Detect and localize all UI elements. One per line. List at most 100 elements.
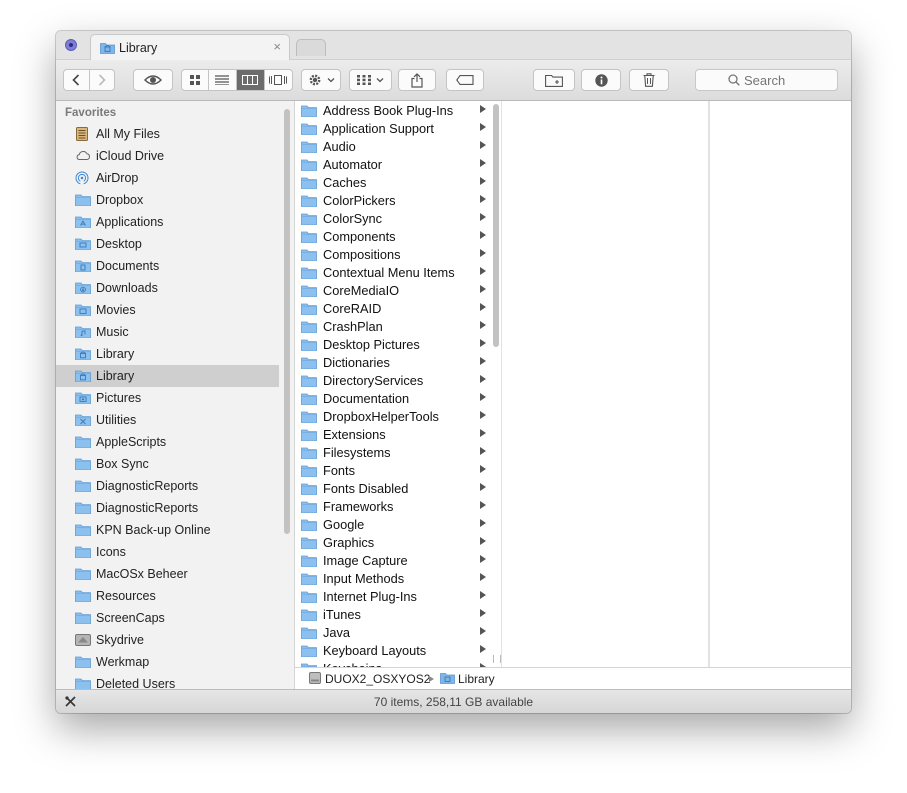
sidebar-item-pictures[interactable]: Pictures bbox=[56, 387, 279, 409]
folder-row[interactable]: Desktop Pictures bbox=[295, 336, 491, 354]
folder-row[interactable]: Caches bbox=[295, 174, 491, 192]
sidebar-item-resources[interactable]: Resources bbox=[56, 585, 279, 607]
folder-row[interactable]: Filesystems bbox=[295, 444, 491, 462]
folder-row[interactable]: Input Methods bbox=[295, 570, 491, 588]
sidebar-item-library[interactable]: Library bbox=[56, 365, 279, 387]
back-button[interactable] bbox=[64, 70, 90, 90]
folder-row[interactable]: CrashPlan bbox=[295, 318, 491, 336]
folder-row[interactable]: CoreRAID bbox=[295, 300, 491, 318]
folder-row[interactable]: DropboxHelperTools bbox=[295, 408, 491, 426]
sidebar-item-kpn-back-up-online[interactable]: KPN Back-up Online bbox=[56, 519, 279, 541]
folder-name: Automator bbox=[323, 157, 383, 172]
sidebar-item-applications[interactable]: Applications bbox=[56, 211, 279, 233]
sidebar-item-downloads[interactable]: Downloads bbox=[56, 277, 279, 299]
folder-row[interactable]: Contextual Menu Items bbox=[295, 264, 491, 282]
folder-row[interactable]: Image Capture bbox=[295, 552, 491, 570]
sidebar-item-diagnosticreports[interactable]: DiagnosticReports bbox=[56, 497, 279, 519]
folder-row[interactable]: Internet Plug-Ins bbox=[295, 588, 491, 606]
movies-folder-icon bbox=[75, 303, 91, 319]
sidebar-item-werkmap[interactable]: Werkmap bbox=[56, 651, 279, 673]
folder-row[interactable]: ColorSync bbox=[295, 210, 491, 228]
folder-row[interactable]: ColorPickers bbox=[295, 192, 491, 210]
sidebar-item-label: Resources bbox=[96, 589, 156, 603]
sidebar-item-icloud-drive[interactable]: iCloud Drive bbox=[56, 145, 279, 167]
column-divider bbox=[501, 101, 502, 667]
folder-name: Fonts Disabled bbox=[323, 481, 409, 496]
folder-row[interactable]: Frameworks bbox=[295, 498, 491, 516]
sidebar-item-box-sync[interactable]: Box Sync bbox=[56, 453, 279, 475]
folder-icon bbox=[301, 176, 317, 192]
sidebar-item-music[interactable]: Music bbox=[56, 321, 279, 343]
search-input[interactable] bbox=[744, 72, 832, 88]
sidebar-item-deleted-users[interactable]: Deleted Users bbox=[56, 673, 279, 689]
utilities-folder-icon bbox=[75, 413, 91, 429]
sidebar-item-documents[interactable]: Documents bbox=[56, 255, 279, 277]
sidebar-item-screencaps[interactable]: ScreenCaps bbox=[56, 607, 279, 629]
folder-name: ColorSync bbox=[323, 211, 383, 226]
tab-library[interactable]: Library × bbox=[90, 34, 290, 60]
sidebar-item-library[interactable]: Library bbox=[56, 343, 279, 365]
folder-icon bbox=[75, 193, 91, 209]
sidebar-item-all-my-files[interactable]: All My Files bbox=[56, 123, 279, 145]
folder-row[interactable]: DirectoryServices bbox=[295, 372, 491, 390]
disclosure-arrow-icon bbox=[480, 483, 486, 491]
folder-row[interactable]: Documentation bbox=[295, 390, 491, 408]
folder-row[interactable]: Components bbox=[295, 228, 491, 246]
sidebar-item-skydrive[interactable]: Skydrive bbox=[56, 629, 279, 651]
sidebar-item-dropbox[interactable]: Dropbox bbox=[56, 189, 279, 211]
search-field[interactable] bbox=[695, 69, 838, 91]
sidebar-scrollbar[interactable] bbox=[284, 109, 290, 534]
quick-look-button[interactable] bbox=[133, 69, 173, 91]
folder-row[interactable]: Java bbox=[295, 624, 491, 642]
sidebar-item-macosx-beheer[interactable]: MacOSx Beheer bbox=[56, 563, 279, 585]
action-menu-button[interactable] bbox=[301, 69, 341, 91]
disclosure-arrow-icon bbox=[480, 321, 486, 329]
sidebar-item-icons[interactable]: Icons bbox=[56, 541, 279, 563]
column-scrollbar[interactable] bbox=[493, 104, 499, 347]
tag-button[interactable] bbox=[446, 69, 484, 91]
folder-row[interactable]: Graphics bbox=[295, 534, 491, 552]
folder-icon bbox=[301, 338, 317, 354]
get-info-button[interactable] bbox=[581, 69, 621, 91]
folder-row[interactable]: Keyboard Layouts bbox=[295, 642, 491, 660]
window-close-dot[interactable] bbox=[65, 39, 77, 51]
folder-row[interactable]: Automator bbox=[295, 156, 491, 174]
folder-row[interactable]: Extensions bbox=[295, 426, 491, 444]
folder-row[interactable]: Audio bbox=[295, 138, 491, 156]
folder-row[interactable]: iTunes bbox=[295, 606, 491, 624]
folder-row[interactable]: Google bbox=[295, 516, 491, 534]
sidebar-item-airdrop[interactable]: AirDrop bbox=[56, 167, 279, 189]
new-tab-button[interactable] bbox=[296, 39, 326, 56]
coverflow-view-button[interactable] bbox=[265, 70, 292, 90]
tab-close-icon[interactable]: × bbox=[273, 39, 281, 54]
forward-button[interactable] bbox=[90, 70, 115, 90]
sidebar-item-label: KPN Back-up Online bbox=[96, 523, 211, 537]
sidebar-item-utilities[interactable]: Utilities bbox=[56, 409, 279, 431]
sidebar-item-diagnosticreports[interactable]: DiagnosticReports bbox=[56, 475, 279, 497]
folder-row[interactable]: CoreMediaIO bbox=[295, 282, 491, 300]
path-folder[interactable]: Library bbox=[458, 672, 495, 686]
drive-icon bbox=[75, 633, 91, 650]
sidebar-item-desktop[interactable]: Desktop bbox=[56, 233, 279, 255]
column-view-button[interactable] bbox=[236, 70, 265, 90]
sidebar-item-movies[interactable]: Movies bbox=[56, 299, 279, 321]
path-bar: DUOX2_OSXYOS2 Library bbox=[295, 667, 851, 689]
new-folder-button[interactable] bbox=[533, 69, 575, 91]
folder-row[interactable]: Application Support bbox=[295, 120, 491, 138]
arrange-menu-button[interactable] bbox=[349, 69, 392, 91]
trash-button[interactable] bbox=[629, 69, 669, 91]
folder-row[interactable]: Fonts bbox=[295, 462, 491, 480]
folder-name: Application Support bbox=[323, 121, 434, 136]
list-view-button[interactable] bbox=[209, 70, 237, 90]
folder-row[interactable]: Compositions bbox=[295, 246, 491, 264]
column-resize-handle[interactable] bbox=[493, 655, 501, 663]
folder-row[interactable]: Dictionaries bbox=[295, 354, 491, 372]
sidebar-item-applescripts[interactable]: AppleScripts bbox=[56, 431, 279, 453]
share-button[interactable] bbox=[398, 69, 436, 91]
folder-row[interactable]: Fonts Disabled bbox=[295, 480, 491, 498]
path-volume[interactable]: DUOX2_OSXYOS2 bbox=[325, 672, 430, 686]
icon-view-button[interactable] bbox=[182, 70, 210, 90]
folder-row[interactable]: Address Book Plug-Ins bbox=[295, 102, 491, 120]
folder-row[interactable]: Keychains bbox=[295, 660, 491, 667]
sidebar-item-label: Dropbox bbox=[96, 193, 144, 207]
